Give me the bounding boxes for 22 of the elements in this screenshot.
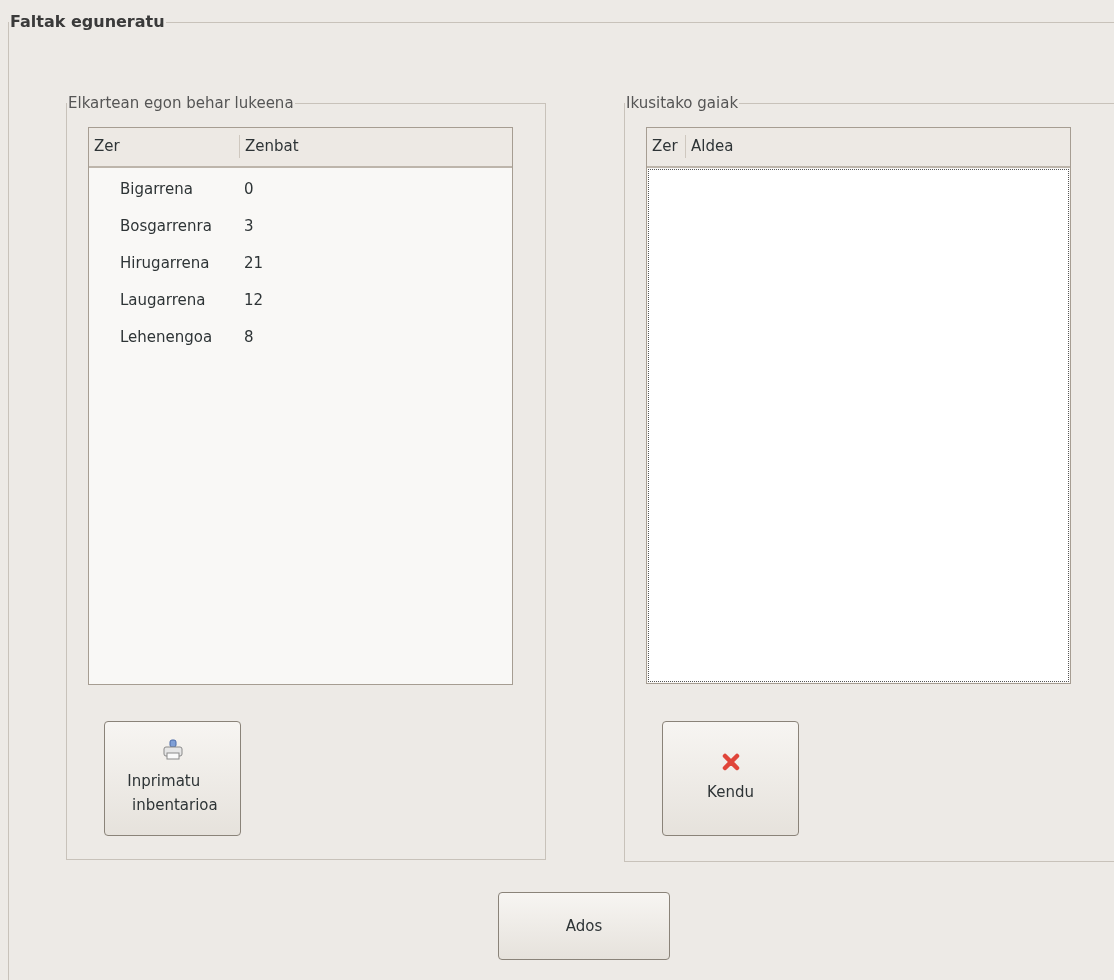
group-title: Elkartean egon behar lukeena bbox=[67, 93, 295, 114]
ok-button[interactable]: Ados bbox=[498, 892, 670, 960]
printer-icon bbox=[161, 739, 184, 761]
column-header[interactable]: Zenbat bbox=[239, 135, 512, 158]
column-header[interactable]: Aldea bbox=[685, 135, 1070, 158]
column-header[interactable]: Zer bbox=[647, 135, 685, 158]
close-icon bbox=[720, 752, 741, 772]
table-cell-text: Bigarrena bbox=[119, 178, 194, 200]
table-cell-text: 12 bbox=[243, 289, 265, 311]
table-cell-text: 3 bbox=[243, 215, 255, 237]
table-cell-text: 0 bbox=[243, 178, 255, 200]
table-cell-text: Bosgarrenra bbox=[119, 215, 213, 237]
window-title: Faltak eguneratu bbox=[9, 11, 166, 33]
group-title: Ikusitako gaiak bbox=[625, 93, 740, 114]
table-cell-text: Lehenengoa bbox=[119, 326, 214, 348]
table-cell-text: Laugarrena bbox=[119, 289, 207, 311]
toolbar-button[interactable]: Inprimatu inbentarioa bbox=[104, 720, 241, 836]
table-cell-text: 21 bbox=[243, 252, 265, 274]
table-cell-text: 8 bbox=[243, 326, 255, 348]
column-header[interactable]: Zer bbox=[89, 135, 239, 158]
toolbar-button[interactable]: Kendu bbox=[662, 720, 799, 836]
table-cell-text: Hirugarrena bbox=[119, 252, 211, 274]
